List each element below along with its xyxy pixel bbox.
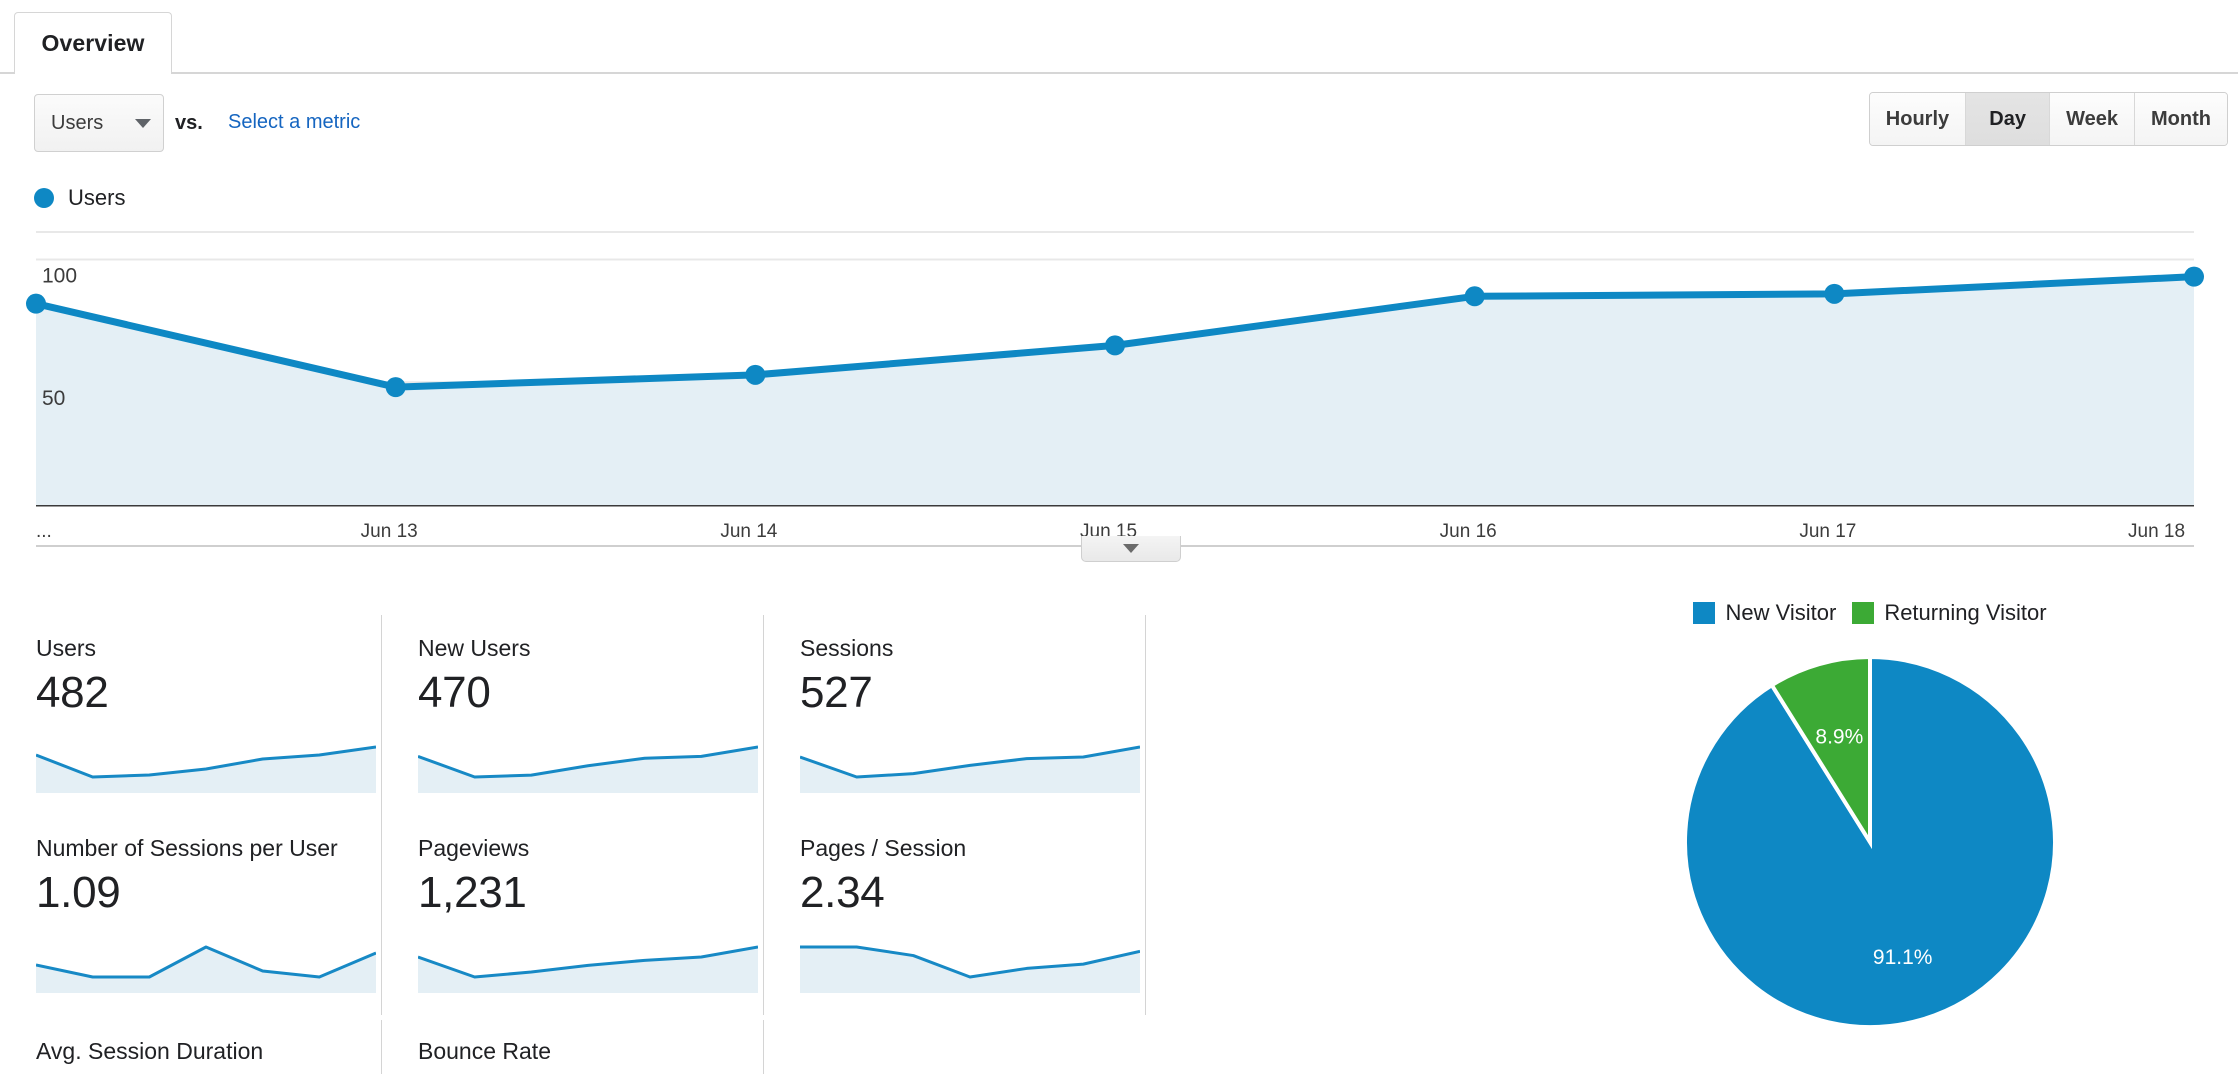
metric-card-title: Sessions	[800, 635, 894, 661]
svg-text:50: 50	[42, 387, 65, 410]
metric-card-title: Bounce Rate	[418, 1038, 551, 1064]
x-axis-tick-label: ...	[36, 521, 52, 542]
metric-card-sparkline	[800, 745, 1140, 793]
tab-strip: Overview	[0, 0, 2238, 74]
pie-legend-swatch-icon	[1852, 602, 1875, 624]
metric-card-title: Users	[36, 635, 97, 661]
metric-card-value: 470	[418, 668, 491, 717]
svg-text:91.1%: 91.1%	[1873, 946, 1933, 969]
pie-legend-item-new-visitor[interactable]: New Visitor	[1693, 600, 1836, 626]
metric-card-row: Users 482 New Users 470 Sessions 527	[0, 615, 1160, 815]
metric-card-title: New Users	[418, 635, 531, 661]
metric-card-bounce-rate[interactable]: Bounce Rate	[382, 1020, 764, 1074]
metric-card-new-users[interactable]: New Users 470	[382, 615, 764, 815]
primary-metric-select[interactable]: Users	[34, 94, 164, 152]
metric-card-title: Pageviews	[418, 835, 530, 861]
metric-cards-partial-row: Avg. Session Duration Bounce Rate	[0, 1020, 1160, 1074]
granularity-week-button[interactable]: Week	[2050, 93, 2136, 145]
metric-card-users[interactable]: Users 482	[0, 615, 382, 815]
chevron-down-icon	[135, 118, 151, 128]
granularity-day-button[interactable]: Day	[1966, 93, 2051, 145]
pie-chart-holder: 91.1% 8.9%	[1570, 645, 2170, 1045]
metric-card-sessions[interactable]: Sessions 527	[764, 615, 1146, 815]
chart-legend: Users	[34, 185, 125, 211]
pie-legend-label: New Visitor	[1725, 600, 1837, 625]
pie-legend: New Visitor Returning Visitor	[1570, 595, 2170, 631]
legend-label-users: Users	[68, 185, 126, 210]
metric-card-value: 527	[800, 668, 873, 717]
metric-card-sparkline	[800, 945, 1140, 993]
x-axis-tick-label: Jun 13	[360, 521, 418, 542]
metric-card-title: Number of Sessions per User	[36, 835, 338, 861]
svg-text:100: 100	[42, 264, 77, 287]
chevron-down-icon	[1123, 544, 1139, 553]
pie-legend-swatch-icon	[1693, 602, 1716, 624]
metric-card-sparkline	[418, 745, 758, 793]
metric-cards: Users 482 New Users 470 Sessions 527 Num…	[0, 615, 1160, 1015]
tab-overview-label: Overview	[41, 30, 145, 56]
granularity-button-group: Hourly Day Week Month	[1868, 92, 2228, 146]
metric-card-sparkline	[36, 945, 376, 993]
metric-card-sparkline	[36, 745, 376, 793]
select-a-metric-link[interactable]: Select a metric	[228, 111, 360, 134]
metric-card-sessions-per-user[interactable]: Number of Sessions per User 1.09	[0, 815, 382, 1015]
metric-card-avg-session-duration[interactable]: Avg. Session Duration	[0, 1020, 382, 1074]
metric-card-value: 1,231	[418, 868, 527, 917]
metric-card-pageviews[interactable]: Pageviews 1,231	[382, 815, 764, 1015]
pie-legend-item-returning-visitor[interactable]: Returning Visitor	[1852, 600, 2047, 626]
tab-overview[interactable]: Overview	[14, 12, 172, 74]
metric-card-empty	[764, 1020, 1146, 1074]
metric-card-title: Pages / Session	[800, 835, 967, 861]
metric-card-value: 482	[36, 668, 109, 717]
x-axis-tick-label: Jun 14	[720, 521, 778, 542]
users-line-chart-svg: 50 100	[26, 231, 2204, 507]
x-axis-tick-label: Jun 18	[2128, 521, 2186, 542]
metric-card-row: Number of Sessions per User 1.09 Pagevie…	[0, 815, 1160, 1015]
granularity-hourly-button[interactable]: Hourly	[1869, 93, 1967, 145]
primary-metric-select-value: Users	[51, 111, 104, 134]
svg-text:8.9%: 8.9%	[1815, 725, 1863, 748]
legend-dot-users-icon	[34, 188, 54, 208]
metric-card-value: 1.09	[36, 868, 121, 917]
metric-card-pages-per-session[interactable]: Pages / Session 2.34	[764, 815, 1146, 1015]
chart-collapse-toggle[interactable]	[1081, 536, 1181, 562]
pie-legend-label: Returning Visitor	[1884, 600, 2047, 625]
x-axis-tick-label: Jun 17	[1799, 521, 1857, 542]
metric-card-value: 2.34	[800, 868, 885, 917]
metric-card-sparkline	[418, 945, 758, 993]
new-vs-returning-panel: New Visitor Returning Visitor 91.1% 8.9%	[1570, 595, 2170, 1074]
metric-card-title: Avg. Session Duration	[36, 1038, 264, 1064]
users-line-chart[interactable]: 50 100	[0, 230, 2238, 507]
granularity-month-button[interactable]: Month	[2135, 93, 2227, 145]
new-vs-returning-pie-chart[interactable]: 91.1% 8.9%	[1660, 645, 2080, 1045]
vs-label: vs.	[175, 112, 203, 134]
x-axis-tick-label: Jun 16	[1439, 521, 1497, 542]
